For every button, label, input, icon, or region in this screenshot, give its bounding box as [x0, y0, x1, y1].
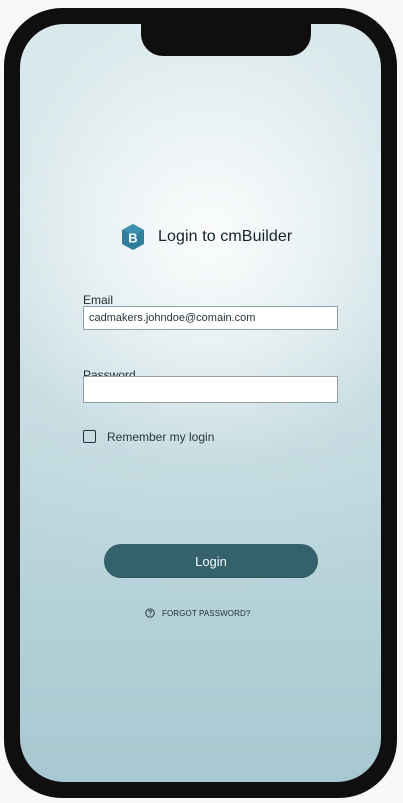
app-brand: B Login to cmBuilder — [120, 220, 292, 254]
help-circle-icon — [145, 608, 155, 618]
phone-notch — [141, 24, 311, 56]
remember-login-label: Remember my login — [107, 429, 215, 444]
cmbuilder-logo-icon: B — [122, 224, 144, 250]
login-screen: B Login to cmBuilder Email Password Reme… — [20, 24, 381, 782]
checkbox-icon[interactable] — [83, 430, 96, 443]
email-field[interactable] — [83, 306, 338, 330]
login-button[interactable]: Login — [104, 544, 318, 578]
remember-login-option[interactable]: Remember my login — [83, 430, 214, 443]
forgot-password-link[interactable]: FORGOT PASSWORD? — [145, 608, 250, 618]
phone-frame: B Login to cmBuilder Email Password Reme… — [4, 8, 397, 798]
svg-text:B: B — [128, 231, 137, 246]
forgot-password-label: FORGOT PASSWORD? — [162, 608, 251, 618]
device-canvas: B Login to cmBuilder Email Password Reme… — [0, 0, 403, 803]
page-title: Login to cmBuilder — [158, 228, 293, 245]
password-field[interactable] — [83, 376, 338, 403]
email-label: Email — [83, 293, 114, 307]
